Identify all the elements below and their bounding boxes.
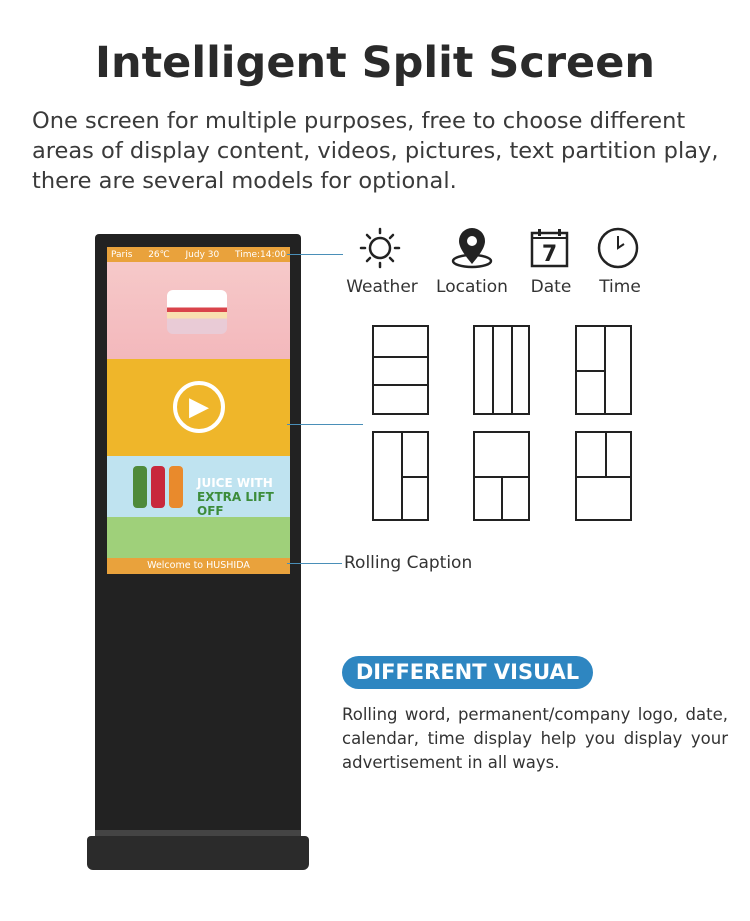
feature-label-time: Time <box>599 277 641 297</box>
location-pin-icon <box>451 228 493 269</box>
city: Paris <box>111 249 133 260</box>
video-panel: ▶ <box>107 359 290 456</box>
visual-description: Rolling word, permanent/company logo, da… <box>342 705 728 772</box>
date: Judy 30 <box>185 249 220 260</box>
feature-label-date: Date <box>530 277 572 297</box>
callout-line <box>287 424 363 425</box>
callout-line <box>287 254 343 255</box>
page-subtitle: One screen for multiple purposes, free t… <box>32 108 719 194</box>
layout-three-columns <box>473 325 530 415</box>
temperature: 26℃ <box>148 249 170 260</box>
bottle-image <box>151 466 165 508</box>
page-title: Intelligent Split Screen <box>95 38 655 88</box>
juice-banner-panel: JUICE WITH EXTRA LIFT OFF <box>107 456 290 558</box>
play-icon[interactable]: ▶ <box>173 381 225 433</box>
cake-image-panel <box>107 262 290 359</box>
callout-line <box>287 563 342 564</box>
screen-topbar: Paris 26℃ Judy 30 Time:14:00 <box>107 247 290 262</box>
banner-text: JUICE WITH EXTRA LIFT OFF <box>197 476 274 518</box>
layout-three-rows <box>372 325 429 415</box>
different-visual-badge: DIFFERENT VISUAL <box>342 656 593 689</box>
sun-icon <box>359 227 401 269</box>
feature-label-location: Location <box>436 277 508 297</box>
feature-label-weather: Weather <box>346 277 418 297</box>
kiosk-base <box>87 836 309 870</box>
layout-right-split <box>372 431 429 521</box>
layout-top-split <box>575 431 632 521</box>
rolling-caption: Welcome to HUSHIDA <box>107 558 290 574</box>
clock-icon <box>597 227 639 269</box>
layout-left-split <box>575 325 632 415</box>
calendar-icon: 7 <box>530 229 569 268</box>
cake-image <box>167 290 227 334</box>
bottle-image <box>169 466 183 508</box>
bottle-image <box>133 466 147 508</box>
svg-text:7: 7 <box>542 242 557 267</box>
layout-bottom-split <box>473 431 530 521</box>
kiosk-screen: Paris 26℃ Judy 30 Time:14:00 ▶ JUICE WIT… <box>107 247 290 574</box>
time: Time:14:00 <box>234 249 286 260</box>
rolling-caption-label: Rolling Caption <box>344 553 473 573</box>
